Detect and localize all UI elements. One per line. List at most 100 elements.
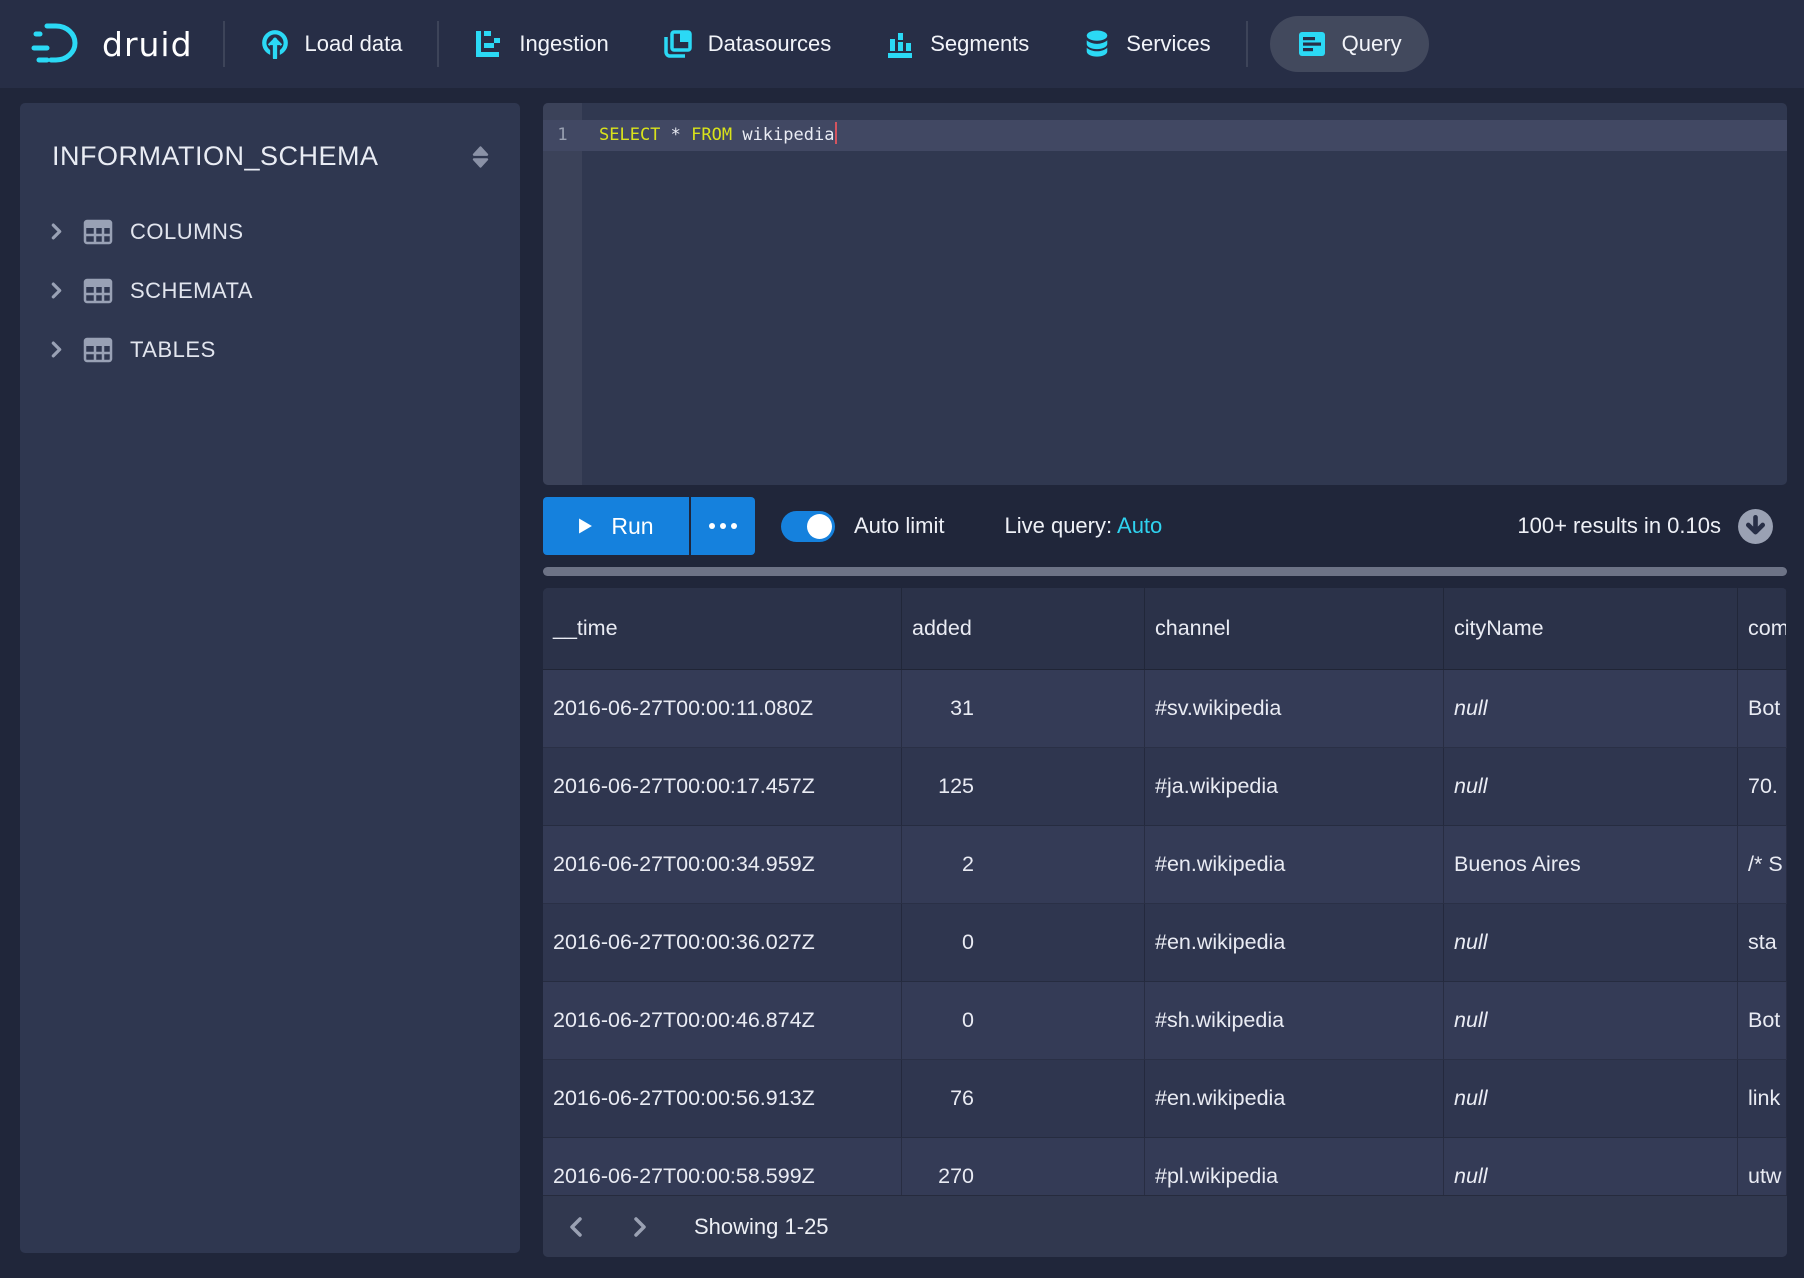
next-page-button[interactable] xyxy=(630,1215,650,1239)
table-icon xyxy=(83,337,113,363)
result-cell[interactable]: Bot xyxy=(1738,982,1787,1060)
toggle-knob xyxy=(807,514,832,539)
live-query-label: Live query: Auto xyxy=(1004,513,1162,539)
result-cell[interactable]: #en.wikipedia xyxy=(1145,904,1444,982)
line-number: 1 xyxy=(543,120,582,151)
result-cell[interactable]: #pl.wikipedia xyxy=(1145,1138,1444,1195)
result-cell[interactable]: null xyxy=(1444,670,1738,748)
druid-logo-icon xyxy=(30,21,88,67)
schema-title: INFORMATION_SCHEMA xyxy=(52,141,379,172)
result-cell[interactable]: #en.wikipedia xyxy=(1145,1060,1444,1138)
run-button[interactable]: Run xyxy=(543,497,689,555)
sql-token: SELECT xyxy=(599,125,660,145)
sql-token: FROM xyxy=(691,125,732,145)
column-header-channel[interactable]: channel xyxy=(1145,588,1444,670)
result-cell[interactable]: #sh.wikipedia xyxy=(1145,982,1444,1060)
double-caret-vertical-icon[interactable] xyxy=(471,145,490,169)
result-cell[interactable]: 2016-06-27T00:00:56.913Z xyxy=(543,1060,902,1138)
result-cell[interactable]: null xyxy=(1444,1138,1738,1195)
column-header-time[interactable]: __time xyxy=(543,588,902,670)
nav-item-segments[interactable]: Segments xyxy=(858,0,1056,88)
result-cell[interactable]: 2016-06-27T00:00:36.027Z xyxy=(543,904,902,982)
result-cell[interactable]: /* S xyxy=(1738,826,1787,904)
result-cell[interactable]: #ja.wikipedia xyxy=(1145,748,1444,826)
result-cell[interactable]: #sv.wikipedia xyxy=(1145,670,1444,748)
nav-item-query-active[interactable]: Query xyxy=(1270,16,1429,72)
results-info: 100+ results in 0.10s xyxy=(1517,508,1787,545)
sql-token: * xyxy=(660,125,691,145)
result-cell[interactable]: 76 xyxy=(902,1060,1145,1138)
nav-item-datasources[interactable]: Datasources xyxy=(636,0,859,88)
result-cell[interactable]: 0 xyxy=(902,904,1145,982)
auto-limit-toggle[interactable] xyxy=(781,511,835,542)
result-cell[interactable]: sta xyxy=(1738,904,1787,982)
column-header-cityName[interactable]: cityName xyxy=(1444,588,1738,670)
result-cell[interactable]: null xyxy=(1444,904,1738,982)
load-data-icon xyxy=(260,29,290,59)
nav-item-load-data[interactable]: Load data xyxy=(233,0,430,88)
navbar-divider xyxy=(223,21,225,67)
sidebar-item-columns[interactable]: COLUMNS xyxy=(46,202,490,261)
result-cell[interactable]: 270 xyxy=(902,1138,1145,1195)
result-cell[interactable]: null xyxy=(1444,1060,1738,1138)
nav-label: Segments xyxy=(930,31,1029,57)
result-cell[interactable]: link xyxy=(1738,1060,1787,1138)
live-query-value[interactable]: Auto xyxy=(1117,513,1162,538)
table-row: 2016-06-27T00:00:17.457Z125#ja.wikipedia… xyxy=(543,748,1787,826)
sql-query-text[interactable]: SELECT * FROM wikipedia xyxy=(599,120,837,151)
druid-logo[interactable]: druid xyxy=(30,21,193,67)
chevron-right-icon[interactable] xyxy=(48,223,65,240)
result-cell[interactable]: null xyxy=(1444,748,1738,826)
table-row: 2016-06-27T00:00:36.027Z0#en.wikipedianu… xyxy=(543,904,1787,982)
result-cell[interactable]: 2016-06-27T00:00:58.599Z xyxy=(543,1138,902,1195)
result-cell[interactable]: 70. xyxy=(1738,748,1787,826)
result-cell[interactable]: 2016-06-27T00:00:11.080Z xyxy=(543,670,902,748)
table-body: 2016-06-27T00:00:11.080Z31#sv.wikipedian… xyxy=(543,670,1787,1195)
result-cell[interactable]: 2016-06-27T00:00:17.457Z xyxy=(543,748,902,826)
result-cell[interactable]: 125 xyxy=(902,748,1145,826)
table-row: 2016-06-27T00:00:58.599Z270#pl.wikipedia… xyxy=(543,1138,1787,1195)
result-cell[interactable]: 2016-06-27T00:00:34.959Z xyxy=(543,826,902,904)
table-row: 2016-06-27T00:00:11.080Z31#sv.wikipedian… xyxy=(543,670,1787,748)
query-toolbar: Run Auto limit Live query: Auto 100+ res… xyxy=(543,497,1787,555)
table-row: 2016-06-27T00:00:34.959Z2#en.wikipediaBu… xyxy=(543,826,1787,904)
chevron-right-icon[interactable] xyxy=(48,341,65,358)
schema-sidebar: INFORMATION_SCHEMA COLUMNS xyxy=(20,103,520,1253)
result-cell[interactable]: 2 xyxy=(902,826,1145,904)
result-cell[interactable]: 0 xyxy=(902,982,1145,1060)
result-cell[interactable]: #en.wikipedia xyxy=(1145,826,1444,904)
result-cell[interactable]: 2016-06-27T00:00:46.874Z xyxy=(543,982,902,1060)
chevron-right-icon[interactable] xyxy=(48,282,65,299)
column-header-comment[interactable]: comment xyxy=(1738,588,1787,670)
previous-page-button[interactable] xyxy=(566,1215,586,1239)
sidebar-item-schemata[interactable]: SCHEMATA xyxy=(46,261,490,320)
nav-item-services[interactable]: Services xyxy=(1056,0,1237,88)
navbar-divider xyxy=(437,21,439,67)
result-cell[interactable]: Buenos Aires xyxy=(1444,826,1738,904)
download-icon[interactable] xyxy=(1737,508,1774,545)
sidebar-item-tables[interactable]: TABLES xyxy=(46,320,490,379)
tree-label: TABLES xyxy=(130,337,216,363)
ingestion-icon xyxy=(474,29,504,59)
sql-editor[interactable]: 1 SELECT * FROM wikipedia xyxy=(543,103,1787,485)
table-row: 2016-06-27T00:00:56.913Z76#en.wikipedian… xyxy=(543,1060,1787,1138)
result-cell[interactable]: null xyxy=(1444,982,1738,1060)
result-cell[interactable]: utw xyxy=(1738,1138,1787,1195)
result-cell[interactable]: Bot xyxy=(1738,670,1787,748)
column-header-added[interactable]: added xyxy=(902,588,1145,670)
nav-item-ingestion[interactable]: Ingestion xyxy=(447,0,635,88)
query-icon xyxy=(1297,29,1327,59)
schema-selector[interactable]: INFORMATION_SCHEMA xyxy=(46,141,490,172)
results-count-text: 100+ results in 0.10s xyxy=(1517,513,1721,539)
auto-limit-label: Auto limit xyxy=(854,513,944,539)
table-icon xyxy=(83,219,113,245)
run-more-options-button[interactable] xyxy=(691,497,755,555)
table-row: 2016-06-27T00:00:46.874Z0#sh.wikipedianu… xyxy=(543,982,1787,1060)
result-cell[interactable]: 31 xyxy=(902,670,1145,748)
services-icon xyxy=(1083,28,1111,60)
nav-label: Datasources xyxy=(708,31,832,57)
pagination-bar: Showing 1-25 xyxy=(543,1195,1787,1257)
navbar-divider xyxy=(1246,21,1248,67)
panel-resize-handle[interactable] xyxy=(543,567,1787,576)
datasources-icon xyxy=(663,29,693,59)
